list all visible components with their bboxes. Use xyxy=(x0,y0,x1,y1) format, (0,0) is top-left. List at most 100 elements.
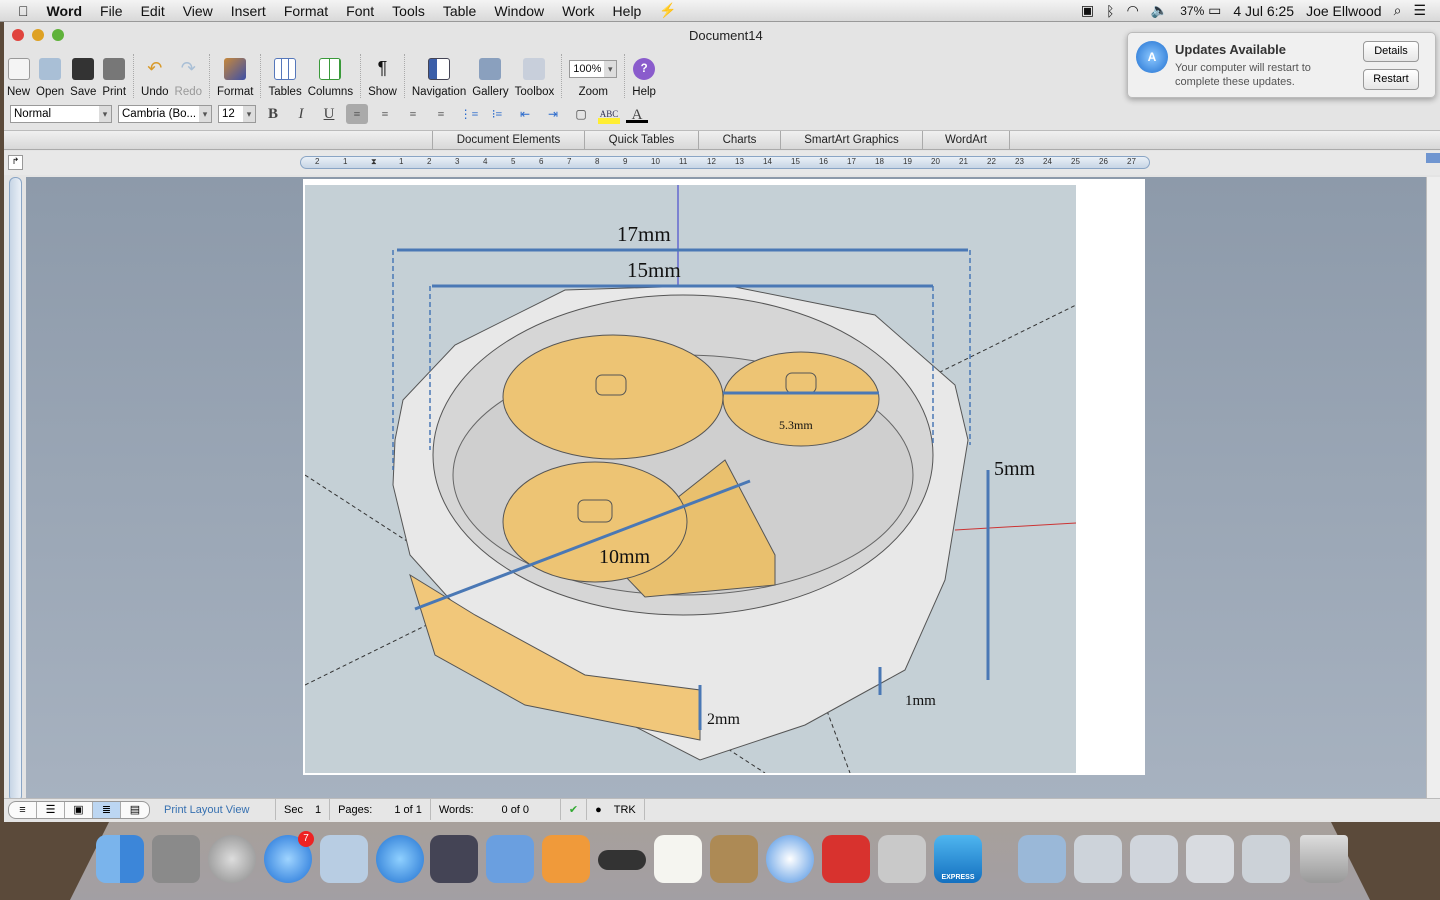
show-button[interactable]: ¶ Show xyxy=(365,58,400,98)
script-menu-icon[interactable]: ⚡ xyxy=(650,2,685,19)
volume-icon[interactable]: 🔈 xyxy=(1151,2,1168,19)
battery-status[interactable]: 37% ▭ xyxy=(1180,2,1221,19)
borders-button[interactable]: ▢ xyxy=(570,104,592,124)
menu-file[interactable]: File xyxy=(91,3,132,19)
font-select[interactable]: Cambria (Bo... xyxy=(118,105,212,123)
font-color-button[interactable]: A xyxy=(626,105,648,123)
new-button[interactable]: New xyxy=(4,58,33,98)
open-button[interactable]: Open xyxy=(33,58,67,98)
save-button[interactable]: Save xyxy=(67,58,99,98)
iphoto-icon[interactable] xyxy=(710,835,758,883)
outline-view-button[interactable]: ☰ xyxy=(37,801,65,818)
columns-button[interactable]: Columns xyxy=(305,58,356,98)
menu-work[interactable]: Work xyxy=(553,3,603,19)
display-icon[interactable]: ▣ xyxy=(1081,2,1094,19)
sketchbook-express-icon[interactable]: EXPRESS xyxy=(934,835,982,883)
menu-window[interactable]: Window xyxy=(485,3,553,19)
dvd-player-icon[interactable] xyxy=(598,850,646,870)
bulleted-list-button[interactable]: ⁝≡ xyxy=(486,104,508,124)
print-layout-view-button[interactable]: ≣ xyxy=(93,801,121,818)
itunes-icon[interactable] xyxy=(376,835,424,883)
vertical-scrollbar[interactable] xyxy=(1426,177,1440,807)
clock[interactable]: 4 Jul 6:25 xyxy=(1233,3,1294,19)
stack-icon[interactable] xyxy=(1242,835,1290,883)
list-menu-icon[interactable]: ☰ xyxy=(1413,2,1426,19)
menu-help[interactable]: Help xyxy=(604,3,651,19)
stack-icon[interactable] xyxy=(1186,835,1234,883)
tab-document-elements[interactable]: Document Elements xyxy=(432,131,584,150)
inserted-cad-image[interactable]: 17mm 15mm 10mm 5.3mm 5mm 2mm 1mm xyxy=(305,185,1076,773)
trash-icon[interactable] xyxy=(1300,835,1348,883)
redo-button[interactable]: ↷ Redo xyxy=(172,58,206,98)
zoom-control[interactable]: 100% Zoom xyxy=(566,60,620,98)
decrease-indent-button[interactable]: ⇤ xyxy=(514,104,536,124)
tab-charts[interactable]: Charts xyxy=(698,131,780,150)
font-size-select[interactable]: 12 xyxy=(218,105,256,123)
italic-button[interactable]: I xyxy=(290,104,312,124)
preview-app-icon[interactable] xyxy=(320,835,368,883)
tab-quick-tables[interactable]: Quick Tables xyxy=(584,131,698,150)
help-button[interactable]: ? Help xyxy=(629,58,659,98)
increase-indent-button[interactable]: ⇥ xyxy=(542,104,564,124)
user-name[interactable]: Joe Ellwood xyxy=(1306,3,1382,19)
zoom-select[interactable]: 100% xyxy=(569,60,618,78)
zoom-button[interactable] xyxy=(52,29,64,41)
align-center-button[interactable]: ≡ xyxy=(374,104,396,124)
documents-folder-icon[interactable] xyxy=(1018,835,1066,883)
menu-font[interactable]: Font xyxy=(337,3,383,19)
menu-table[interactable]: Table xyxy=(434,3,485,19)
tables-button[interactable]: Tables xyxy=(265,58,304,98)
print-button[interactable]: Print xyxy=(99,58,129,98)
vertical-ruler[interactable] xyxy=(9,177,22,802)
reminders-icon[interactable] xyxy=(654,835,702,883)
navigation-button[interactable]: Navigation xyxy=(409,58,469,98)
split-view-icon[interactable] xyxy=(1426,153,1440,163)
stack-icon[interactable] xyxy=(1130,835,1178,883)
draft-view-button[interactable]: ≡ xyxy=(9,801,37,818)
align-right-button[interactable]: ≡ xyxy=(402,104,424,124)
image-capture-icon[interactable] xyxy=(878,835,926,883)
word-dock-icon[interactable] xyxy=(486,835,534,883)
words-indicator[interactable]: Words: 0 of 0 xyxy=(431,799,561,820)
tab-smartart-graphics[interactable]: SmartArt Graphics xyxy=(780,131,922,150)
format-painter-button[interactable]: Format xyxy=(214,58,256,98)
menu-view[interactable]: View xyxy=(174,3,222,19)
tab-stop-selector[interactable]: ↱ xyxy=(8,155,23,170)
sketchup-icon[interactable] xyxy=(822,835,870,883)
horizontal-ruler[interactable]: 2 1 ⧗ 1 2 3 4 5 6 7 8 9 10 11 12 13 14 15 16 17 18 19 20 21 22 23… xyxy=(300,156,1150,169)
details-button[interactable]: Details xyxy=(1363,41,1419,62)
apple-menu-icon[interactable]:  xyxy=(0,3,38,19)
justify-button[interactable]: ≡ xyxy=(430,104,452,124)
track-changes-indicator[interactable]: ● TRK xyxy=(587,799,645,820)
underline-button[interactable]: U xyxy=(318,104,340,124)
gallery-button[interactable]: Gallery xyxy=(469,58,511,98)
style-select[interactable]: Normal xyxy=(10,105,112,123)
publishing-layout-view-button[interactable]: ▣ xyxy=(65,801,93,818)
app-store-dock-icon[interactable]: 7 xyxy=(264,831,314,883)
notebook-view-button[interactable]: ▤ xyxy=(121,802,149,818)
menu-app-word[interactable]: Word xyxy=(38,3,92,19)
wifi-icon[interactable]: ◠ xyxy=(1127,2,1139,19)
numbered-list-button[interactable]: ⋮≡ xyxy=(458,104,480,124)
restart-button[interactable]: Restart xyxy=(1363,69,1419,90)
close-button[interactable] xyxy=(12,29,24,41)
bold-button[interactable]: B xyxy=(262,104,284,124)
stack-icon[interactable] xyxy=(1074,835,1122,883)
tab-wordart[interactable]: WordArt xyxy=(922,131,1010,150)
safari-icon[interactable] xyxy=(766,835,814,883)
powerpoint-dock-icon[interactable] xyxy=(542,835,590,883)
facetime-icon[interactable] xyxy=(430,835,478,883)
system-preferences-icon[interactable] xyxy=(152,835,200,883)
launchpad-icon[interactable] xyxy=(208,835,256,883)
document-page[interactable]: 17mm 15mm 10mm 5.3mm 5mm 2mm 1mm xyxy=(303,179,1145,775)
undo-button[interactable]: ↶ Undo xyxy=(138,58,172,98)
finder-icon[interactable] xyxy=(96,835,144,883)
align-left-button[interactable]: ≡ xyxy=(346,104,368,124)
menu-edit[interactable]: Edit xyxy=(132,3,174,19)
minimize-button[interactable] xyxy=(32,29,44,41)
menu-insert[interactable]: Insert xyxy=(222,3,275,19)
spotlight-icon[interactable]: ⌕ xyxy=(1394,2,1402,19)
toolbox-button[interactable]: Toolbox xyxy=(512,58,558,98)
highlight-button[interactable]: ABC xyxy=(598,104,620,124)
menu-tools[interactable]: Tools xyxy=(383,3,434,19)
